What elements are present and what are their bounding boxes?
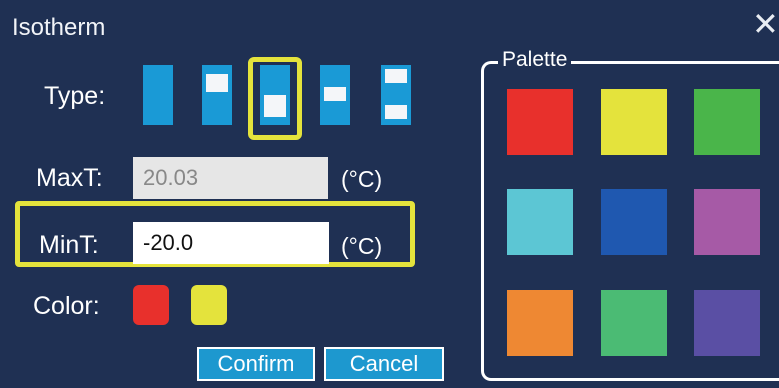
cancel-button[interactable]: Cancel [324,347,444,381]
maxt-unit: (°C) [341,166,383,192]
maxt-label: MaxT: [36,164,103,192]
maxt-field: 20.03 [133,157,328,199]
type-label: Type: [44,82,106,110]
dialog-title: Isotherm [12,14,106,41]
type-option-full[interactable] [143,65,173,125]
palette-swatch-yellow[interactable] [601,89,667,155]
color-chip-primary[interactable] [133,285,169,325]
palette-swatch-blue[interactable] [601,189,667,255]
type-option-upper-block[interactable] [202,65,232,125]
color-chip-secondary[interactable] [191,285,227,325]
close-icon[interactable]: ✕ [752,8,779,40]
palette-swatch-orange[interactable] [507,290,573,356]
type-option-lower-block[interactable] [260,65,290,125]
type-option-middle-block[interactable] [320,65,350,125]
isotherm-dialog: { "dialog": { "title": "Isotherm", "clos… [0,0,779,388]
type-option-split-blocks[interactable] [381,65,411,125]
palette-swatch-light-green[interactable] [601,290,667,356]
mint-field[interactable]: -20.0 [133,222,329,264]
palette-swatch-cyan[interactable] [507,189,573,255]
palette-label: Palette [498,48,572,72]
palette-swatch-purple[interactable] [694,189,760,255]
palette-swatch-green[interactable] [694,89,760,155]
palette-swatch-red[interactable] [507,89,573,155]
confirm-button[interactable]: Confirm [197,347,315,381]
mint-unit: (°C) [341,233,383,259]
mint-label: MinT: [39,231,99,259]
palette-swatch-indigo[interactable] [694,290,760,356]
color-label: Color: [33,292,100,320]
